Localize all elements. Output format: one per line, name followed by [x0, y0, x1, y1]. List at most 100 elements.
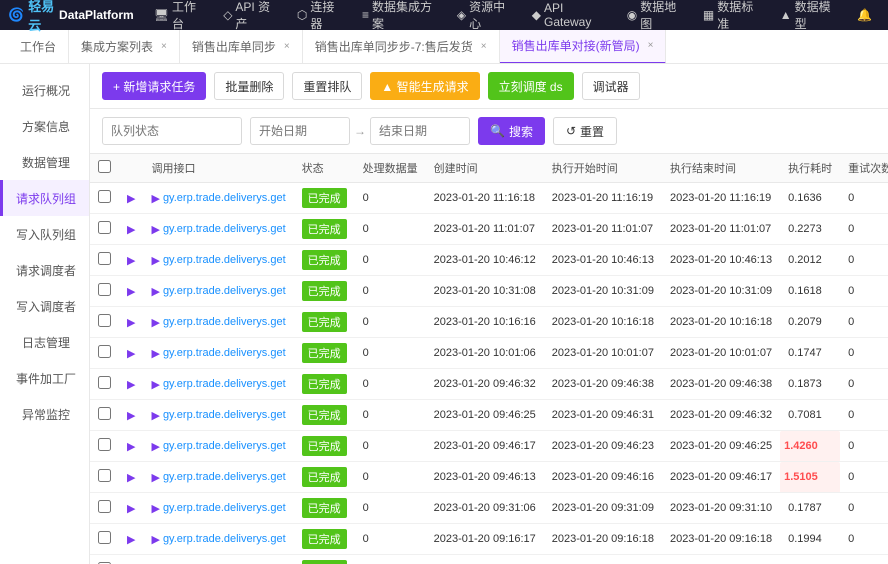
- api-link[interactable]: ▶ gy.erp.trade.deliverys.get: [151, 285, 285, 298]
- row-checkbox-cell[interactable]: [90, 524, 119, 555]
- row-checkbox-cell[interactable]: [90, 369, 119, 400]
- api-link[interactable]: ▶ gy.erp.trade.deliverys.get: [151, 440, 285, 453]
- row-checkbox[interactable]: [98, 500, 111, 513]
- row-api[interactable]: ▶ gy.erp.trade.deliverys.get: [143, 183, 293, 214]
- tab-sales-new-close[interactable]: ×: [648, 40, 654, 51]
- search-btn[interactable]: 🔍 搜索: [478, 117, 545, 145]
- row-expand[interactable]: ▶: [119, 524, 143, 555]
- nav-data-map[interactable]: ◉ 数据地图: [619, 0, 691, 30]
- row-api[interactable]: ▶ gy.erp.trade.deliverys.get: [143, 307, 293, 338]
- new-request-btn[interactable]: + 新增请求任务: [102, 72, 206, 100]
- select-all-checkbox[interactable]: [98, 160, 111, 173]
- row-checkbox-cell[interactable]: [90, 493, 119, 524]
- sidebar-item-exception-monitor[interactable]: 异常监控: [0, 396, 89, 432]
- queue-status-input[interactable]: [102, 117, 242, 145]
- reorder-btn[interactable]: 重置排队: [292, 72, 362, 100]
- row-checkbox[interactable]: [98, 376, 111, 389]
- tab-sales-sync-close[interactable]: ×: [284, 41, 290, 52]
- row-checkbox-cell[interactable]: [90, 431, 119, 462]
- row-api[interactable]: ▶ gy.erp.trade.deliverys.get: [143, 214, 293, 245]
- api-link[interactable]: ▶ gy.erp.trade.deliverys.get: [151, 502, 285, 515]
- api-link[interactable]: ▶ gy.erp.trade.deliverys.get: [151, 347, 285, 360]
- row-checkbox[interactable]: [98, 221, 111, 234]
- row-checkbox[interactable]: [98, 314, 111, 327]
- row-checkbox[interactable]: [98, 345, 111, 358]
- end-date-input[interactable]: [370, 117, 470, 145]
- sidebar-item-log-mgmt[interactable]: 日志管理: [0, 324, 89, 360]
- row-checkbox[interactable]: [98, 407, 111, 420]
- row-api[interactable]: ▶ gy.erp.trade.deliverys.get: [143, 462, 293, 493]
- row-api[interactable]: ▶ gy.erp.trade.deliverys.get: [143, 524, 293, 555]
- tab-sales-step7-close[interactable]: ×: [481, 41, 487, 52]
- tab-sales-sync[interactable]: 销售出库单同步 ×: [180, 30, 303, 64]
- row-expand[interactable]: ▶: [119, 307, 143, 338]
- sidebar-item-event-factory[interactable]: 事件加工厂: [0, 360, 89, 396]
- sidebar-item-write-queue[interactable]: 写入队列组: [0, 216, 89, 252]
- row-checkbox-cell[interactable]: [90, 400, 119, 431]
- row-expand[interactable]: ▶: [119, 245, 143, 276]
- api-link[interactable]: ▶ gy.erp.trade.deliverys.get: [151, 409, 285, 422]
- row-expand[interactable]: ▶: [119, 214, 143, 245]
- sidebar-item-write-scheduler[interactable]: 写入调度者: [0, 288, 89, 324]
- row-api[interactable]: ▶ gy.erp.trade.deliverys.get: [143, 431, 293, 462]
- row-checkbox[interactable]: [98, 283, 111, 296]
- row-expand[interactable]: ▶: [119, 431, 143, 462]
- data-table-container[interactable]: 调用接口 状态 处理数据量 创建时间 执行开始时间 执行结束时间 执行耗时 重试…: [90, 154, 888, 564]
- row-expand[interactable]: ▶: [119, 338, 143, 369]
- row-api[interactable]: ▶ gy.erp.trade.deliverys.get: [143, 493, 293, 524]
- sidebar-item-request-queue[interactable]: 请求队列组: [0, 180, 89, 216]
- tab-sales-step7[interactable]: 销售出库单同步步-7:售后发货 ×: [303, 30, 500, 64]
- api-link[interactable]: ▶ gy.erp.trade.deliverys.get: [151, 471, 285, 484]
- row-checkbox-cell[interactable]: [90, 462, 119, 493]
- row-expand[interactable]: ▶: [119, 276, 143, 307]
- start-date-input[interactable]: [250, 117, 350, 145]
- sidebar-item-data-mgmt[interactable]: 数据管理: [0, 144, 89, 180]
- row-expand[interactable]: ▶: [119, 493, 143, 524]
- tab-sales-new[interactable]: 销售出库单对接(新管局) ×: [500, 30, 667, 64]
- row-api[interactable]: ▶ gy.erp.trade.deliverys.get: [143, 400, 293, 431]
- notification-bell[interactable]: 🔔: [849, 0, 880, 30]
- row-expand[interactable]: ▶: [119, 400, 143, 431]
- row-checkbox[interactable]: [98, 531, 111, 544]
- row-checkbox-cell[interactable]: [90, 555, 119, 564]
- nav-connector[interactable]: ⬡ 连接器: [289, 0, 350, 30]
- api-link[interactable]: ▶ gy.erp.trade.deliverys.get: [151, 316, 285, 329]
- row-checkbox[interactable]: [98, 469, 111, 482]
- row-expand[interactable]: ▶: [119, 369, 143, 400]
- row-checkbox-cell[interactable]: [90, 245, 119, 276]
- row-checkbox[interactable]: [98, 190, 111, 203]
- row-checkbox-cell[interactable]: [90, 183, 119, 214]
- row-expand[interactable]: ▶: [119, 183, 143, 214]
- row-checkbox[interactable]: [98, 252, 111, 265]
- api-link[interactable]: ▶ gy.erp.trade.deliverys.get: [151, 223, 285, 236]
- reset-btn[interactable]: ↺ 重置: [553, 117, 617, 145]
- row-expand[interactable]: ▶: [119, 462, 143, 493]
- row-checkbox-cell[interactable]: [90, 307, 119, 338]
- row-expand[interactable]: ▶: [119, 555, 143, 564]
- tab-workbench[interactable]: 工作台: [8, 30, 69, 64]
- nav-data-integration[interactable]: ≡ 数据集成方案: [354, 0, 445, 30]
- row-checkbox-cell[interactable]: [90, 338, 119, 369]
- debug-btn[interactable]: 调试器: [582, 72, 640, 100]
- row-api[interactable]: ▶ gy.erp.trade.deliverys.get: [143, 369, 293, 400]
- row-checkbox[interactable]: [98, 438, 111, 451]
- nav-workbench[interactable]: 🖥 工作台: [146, 0, 211, 30]
- nav-data-model[interactable]: ▲ 数据模型: [772, 0, 845, 30]
- nav-resource-center[interactable]: ◈ 资源中心: [449, 0, 520, 30]
- sidebar-item-request-scheduler[interactable]: 请求调度者: [0, 252, 89, 288]
- tab-solution-list-close[interactable]: ×: [161, 41, 167, 52]
- api-link[interactable]: ▶ gy.erp.trade.deliverys.get: [151, 254, 285, 267]
- sidebar-item-overview[interactable]: 运行概况: [0, 72, 89, 108]
- row-api[interactable]: ▶ gy.erp.trade.deliverys.get: [143, 276, 293, 307]
- tab-solution-list[interactable]: 集成方案列表 ×: [69, 30, 180, 64]
- batch-delete-btn[interactable]: 批量删除: [214, 72, 284, 100]
- schedule-btn[interactable]: 立刻调度 ds: [488, 72, 574, 100]
- auto-gen-btn[interactable]: ▲ 智能生成请求: [370, 72, 479, 100]
- nav-api-gateway[interactable]: ◆ API Gateway: [524, 0, 615, 30]
- row-checkbox-cell[interactable]: [90, 276, 119, 307]
- row-api[interactable]: ▶ gy.erp.trade.deliverys.get: [143, 338, 293, 369]
- sidebar-item-solution-info[interactable]: 方案信息: [0, 108, 89, 144]
- row-api[interactable]: ▶ gy.erp.trade.deliverys.get: [143, 245, 293, 276]
- api-link[interactable]: ▶ gy.erp.trade.deliverys.get: [151, 378, 285, 391]
- api-link[interactable]: ▶ gy.erp.trade.deliverys.get: [151, 192, 285, 205]
